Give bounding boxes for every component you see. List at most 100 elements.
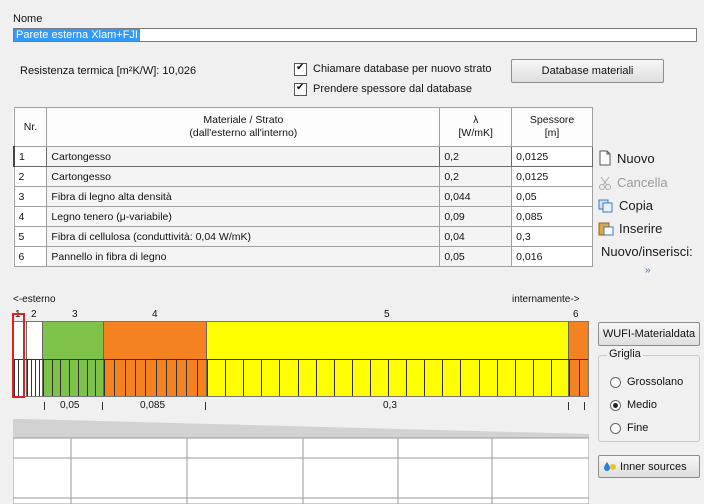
cell-material[interactable]: Cartongesso bbox=[46, 146, 441, 167]
cell-material[interactable]: Pannello in fibra di legno bbox=[46, 246, 441, 267]
cell-thickness[interactable]: 0,085 bbox=[511, 206, 593, 227]
dimension-label: 0,05 bbox=[60, 400, 80, 411]
thermal-resistance-text: Resistenza termica [m²K/W]: 10,026 bbox=[20, 65, 197, 77]
cell-material[interactable]: Fibra di legno alta densità bbox=[46, 186, 441, 207]
cell-nr: 1 bbox=[13, 146, 48, 167]
more-layers-button[interactable]: » bbox=[645, 265, 651, 276]
cell-material[interactable]: Cartongesso bbox=[46, 166, 441, 187]
grid-cell-line bbox=[460, 359, 478, 396]
cell-thickness[interactable]: 0,0125 bbox=[511, 146, 593, 167]
grid-cell-line bbox=[442, 359, 460, 396]
grid-cell-line bbox=[578, 359, 589, 396]
inner-sources-button[interactable]: Inner sources bbox=[598, 455, 700, 478]
cell-thickness[interactable]: 0,0125 bbox=[511, 166, 593, 187]
grid-cell-line bbox=[297, 359, 316, 396]
grid-cell-line bbox=[134, 359, 145, 396]
grid-cell-line bbox=[196, 359, 207, 396]
grid-top-line bbox=[14, 359, 588, 360]
cell-lambda[interactable]: 0,09 bbox=[439, 206, 513, 227]
selected-layer-highlight bbox=[12, 313, 25, 398]
new-layer-label: Nuovo bbox=[617, 150, 655, 166]
inner-sources-icon bbox=[604, 461, 616, 471]
cell-lambda[interactable]: 0,2 bbox=[439, 166, 513, 187]
new-layer-button[interactable]: Nuovo bbox=[598, 150, 655, 166]
header-thickness: Spessore [m] bbox=[511, 107, 593, 147]
table-row[interactable]: 5 Fibra di cellulosa (conduttività: 0,04… bbox=[13, 226, 593, 247]
cell-thickness[interactable]: 0,05 bbox=[511, 186, 593, 207]
layer-number: 3 bbox=[72, 309, 78, 320]
header-lambda: λ [W/mK] bbox=[439, 107, 513, 147]
interior-label: internamente-> bbox=[512, 294, 580, 305]
cell-material[interactable]: Fibra di cellulosa (conduttività: 0,04 W… bbox=[46, 226, 441, 247]
insert-layer-button[interactable]: Inserire bbox=[598, 221, 662, 236]
grid-cell-line bbox=[406, 359, 424, 396]
cell-lambda[interactable]: 0,044 bbox=[439, 186, 513, 207]
scissors-icon bbox=[599, 176, 611, 190]
grid-cell-line bbox=[165, 359, 176, 396]
cell-nr: 3 bbox=[13, 186, 48, 207]
grid-legend: Griglia bbox=[607, 348, 643, 360]
grid-cell-line bbox=[145, 359, 155, 396]
grid-cell-line bbox=[514, 359, 533, 396]
grid-cell-line bbox=[388, 359, 406, 396]
delete-layer-label: Cancella bbox=[617, 175, 668, 190]
table-row[interactable]: 1 Cartongesso 0,2 0,0125 bbox=[13, 146, 593, 167]
cell-material[interactable]: Legno tenero (μ-variabile) bbox=[46, 206, 441, 227]
grid-radio-coarse[interactable] bbox=[610, 377, 621, 388]
cell-lambda[interactable]: 0,05 bbox=[439, 246, 513, 267]
table-row[interactable]: 4 Legno tenero (μ-variabile) 0,09 0,085 bbox=[13, 206, 593, 227]
layer-diagram[interactable] bbox=[13, 321, 589, 397]
layers-table: Nr. Materiale / Strato (dall'esterno all… bbox=[13, 107, 593, 267]
insert-layer-label: Inserire bbox=[619, 221, 663, 236]
cell-thickness[interactable]: 0,3 bbox=[511, 226, 593, 247]
grid-cell-line bbox=[77, 359, 87, 396]
grid-cell-line bbox=[569, 359, 579, 396]
header-material-line2: (dall'esterno all'interno) bbox=[189, 127, 298, 139]
cell-nr: 5 bbox=[13, 226, 48, 247]
database-materials-button[interactable]: Database materiali bbox=[511, 59, 664, 83]
grid-cell-line bbox=[95, 359, 104, 396]
name-input-value: Parete esterna Xlam+FJI bbox=[14, 29, 140, 41]
grid-cell-line bbox=[51, 359, 61, 396]
grid-cell-line bbox=[532, 359, 551, 396]
header-thickness-line2: [m] bbox=[544, 127, 560, 139]
paste-icon bbox=[598, 222, 614, 236]
cell-lambda[interactable]: 0,04 bbox=[439, 226, 513, 247]
new-insert-label: Nuovo/inserisci: bbox=[601, 244, 693, 259]
grid-cell-line bbox=[124, 359, 135, 396]
dimension-ruler bbox=[13, 400, 589, 412]
layer-number: 6 bbox=[573, 309, 579, 320]
grid-cell-line bbox=[424, 359, 442, 396]
grid-radio-fine[interactable] bbox=[610, 423, 621, 434]
grid-cell-line bbox=[351, 359, 370, 396]
grid-cell-line bbox=[225, 359, 243, 396]
grid-cell-line bbox=[60, 359, 69, 396]
take-thickness-checkbox[interactable] bbox=[294, 82, 307, 96]
table-row[interactable]: 3 Fibra di legno alta densità 0,044 0,05 bbox=[13, 186, 593, 207]
call-database-label: Chiamare database per nuovo strato bbox=[313, 63, 492, 75]
grid-cell-line bbox=[550, 359, 569, 396]
cell-thickness[interactable]: 0,016 bbox=[511, 246, 593, 267]
grid-radio-medium[interactable] bbox=[610, 400, 621, 411]
name-input[interactable]: Parete esterna Xlam+FJI bbox=[13, 28, 697, 42]
grid-option-coarse-label: Grossolano bbox=[627, 376, 684, 388]
name-label: Nome bbox=[13, 13, 43, 25]
grid-cell-line bbox=[176, 359, 186, 396]
table-row[interactable]: 2 Cartongesso 0,2 0,0125 bbox=[13, 166, 593, 187]
copy-layer-button[interactable]: Copia bbox=[598, 198, 653, 213]
wufi-materialdata-button[interactable]: WUFI-Materialdata bbox=[598, 322, 700, 346]
grid-option-fine-label: Fine bbox=[627, 422, 649, 434]
new-document-icon bbox=[599, 150, 611, 166]
table-row[interactable]: 6 Pannello in fibra di legno 0,05 0,016 bbox=[13, 246, 593, 267]
cell-lambda[interactable]: 0,2 bbox=[439, 146, 513, 167]
call-database-checkbox[interactable] bbox=[294, 62, 307, 76]
grid-cell-line bbox=[86, 359, 96, 396]
grid-cell-line bbox=[104, 359, 114, 396]
layer-number: 5 bbox=[384, 309, 390, 320]
grid-cell-line bbox=[155, 359, 166, 396]
grid-cell-line bbox=[279, 359, 297, 396]
header-material-line1: Materiale / Strato bbox=[203, 114, 284, 126]
zoom-grid bbox=[13, 419, 589, 504]
grid-strip bbox=[14, 359, 588, 396]
delete-layer-button[interactable]: Cancella bbox=[598, 175, 668, 190]
